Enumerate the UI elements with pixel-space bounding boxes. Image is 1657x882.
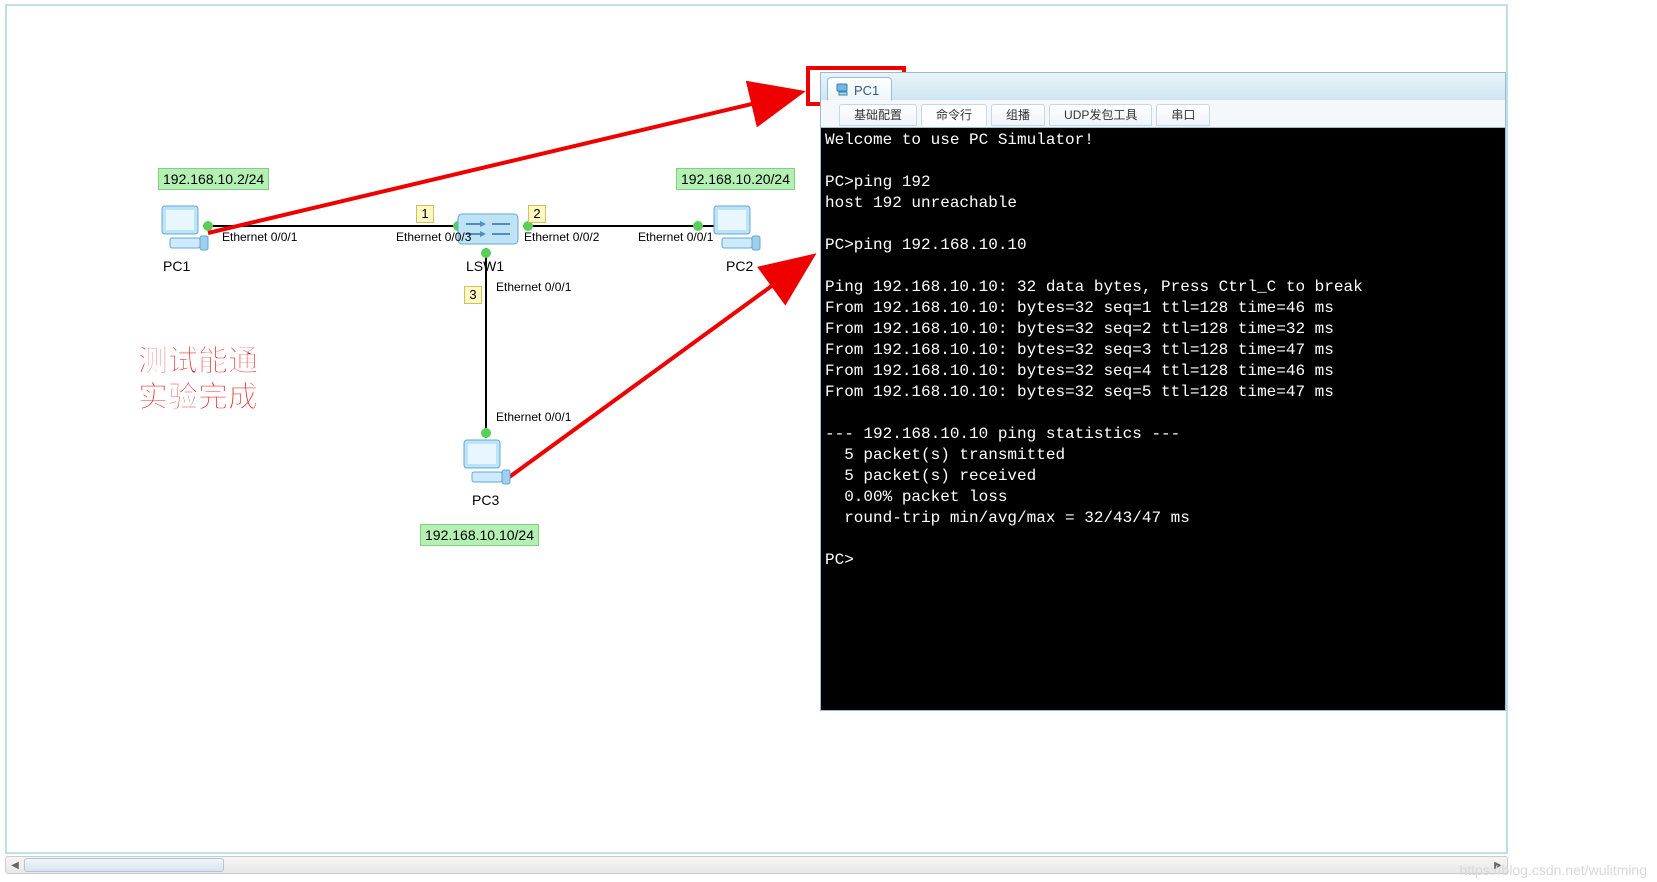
- topology-links: [8, 8, 818, 788]
- pc3-ip-label: 192.168.10.10/24: [420, 524, 539, 546]
- annotation-line2: 实验完成: [138, 380, 258, 416]
- link-3-label: 3: [464, 286, 482, 304]
- pc-icon: [836, 82, 850, 99]
- switch-port-right: Ethernet 0/0/2: [524, 230, 599, 244]
- pc2-icon[interactable]: [708, 200, 764, 256]
- window-tab-pc1[interactable]: PC1: [827, 77, 892, 101]
- pc1-ip-label: 192.168.10.2/24: [158, 168, 269, 190]
- pc1-name: PC1: [163, 258, 190, 274]
- switch-icon[interactable]: [456, 206, 520, 252]
- annotation-text: 测试能通 实验完成: [138, 344, 258, 416]
- horizontal-scrollbar[interactable]: ◀ ▶: [5, 856, 1508, 874]
- annotation-line1: 测试能通: [138, 344, 258, 380]
- terminal-output[interactable]: Welcome to use PC Simulator! PC>ping 192…: [820, 128, 1506, 711]
- pc1-icon[interactable]: [156, 200, 212, 256]
- window-title-bar[interactable]: PC1: [820, 72, 1506, 100]
- link-2-label: 2: [528, 205, 546, 223]
- pc1-port-label: Ethernet 0/0/1: [222, 230, 297, 244]
- watermark-text: https://blog.csdn.net/wulitming: [1459, 862, 1647, 878]
- pc2-port-label: Ethernet 0/0/1: [638, 230, 713, 244]
- window-tab-label: PC1: [854, 83, 879, 98]
- switch-name: LSW1: [466, 258, 504, 274]
- pc1-terminal-window: PC1 基础配置 命令行 组播 UDP发包工具 串口 Welcome to us…: [820, 72, 1506, 712]
- scroll-left-arrow[interactable]: ◀: [6, 857, 24, 873]
- tab-row: 基础配置 命令行 组播 UDP发包工具 串口: [820, 100, 1506, 128]
- pc3-name: PC3: [472, 492, 499, 508]
- tab-serial[interactable]: 串口: [1156, 104, 1210, 126]
- link-1-label: 1: [416, 205, 434, 223]
- pc3-port-label: Ethernet 0/0/1: [496, 410, 571, 424]
- pc2-ip-label: 192.168.10.20/24: [676, 168, 795, 190]
- pc2-name: PC2: [726, 258, 753, 274]
- tab-multicast[interactable]: 组播: [991, 104, 1045, 126]
- tab-basic-config[interactable]: 基础配置: [839, 104, 917, 126]
- topology-canvas[interactable]: 192.168.10.2/24 PC1 Ethernet 0/0/1 LSW1 …: [8, 8, 818, 788]
- switch-port-left: Ethernet 0/0/3: [396, 230, 471, 244]
- tab-udp-tool[interactable]: UDP发包工具: [1049, 104, 1152, 126]
- pc3-icon[interactable]: [458, 434, 514, 490]
- switch-port-down: Ethernet 0/0/1: [496, 280, 571, 294]
- scrollbar-thumb[interactable]: [24, 858, 224, 872]
- tab-cli[interactable]: 命令行: [921, 104, 987, 126]
